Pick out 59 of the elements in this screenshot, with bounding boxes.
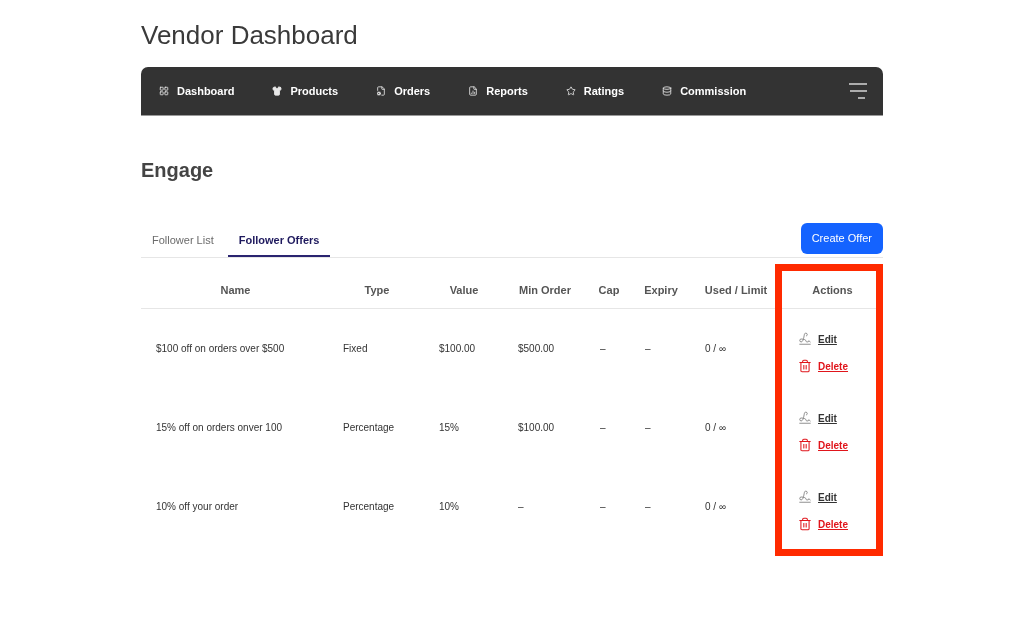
table-cell-text: $100.00 (439, 342, 476, 356)
table-cell-text: – (600, 421, 606, 435)
column-header: Value (449, 282, 479, 298)
trash-icon (798, 517, 812, 531)
table-cell-text: 0 / ∞ (705, 500, 727, 514)
trash-icon (798, 359, 812, 373)
column-header: Expiry (644, 282, 678, 298)
nav-item[interactable]: Ratings (565, 82, 625, 100)
column-header: Min Order (519, 282, 571, 298)
shirt-icon (272, 86, 283, 96)
column-header: Used / Limit (704, 282, 768, 298)
table-cell-text: – (518, 500, 524, 514)
table-cell-text: 10% (439, 500, 459, 514)
column-header: Type (364, 282, 390, 298)
menu-icon[interactable] (849, 83, 867, 99)
table-cell-text: $100 off on orders over $500 (156, 342, 285, 356)
table-cell-text: $500.00 (518, 342, 555, 356)
trash-icon (798, 438, 812, 452)
table-cell-text: 15% (439, 421, 459, 435)
tab[interactable]: Follower List (141, 223, 225, 257)
nav-item[interactable]: Products (272, 82, 339, 100)
page-title: Vendor Dashboard (141, 19, 358, 52)
delete-link[interactable]: Delete (798, 437, 848, 453)
table-cell-text: – (645, 500, 651, 514)
nav-item[interactable]: Dashboard (159, 82, 235, 100)
edit-link[interactable]: Edit (798, 410, 837, 426)
nav-item[interactable]: Orders (376, 82, 431, 100)
pen-icon (798, 411, 812, 425)
delete-link[interactable]: Delete (798, 516, 848, 532)
table-cell-text: 0 / ∞ (705, 342, 727, 356)
table-cell-text: Fixed (343, 342, 368, 356)
nav-item[interactable]: Reports (468, 82, 528, 100)
edit-link[interactable]: Edit (798, 331, 837, 347)
column-header: Name (220, 282, 251, 298)
nav-item[interactable]: Commission (662, 82, 747, 100)
column-header: Cap (598, 282, 620, 298)
table-cell-text: – (645, 421, 651, 435)
create-offer-button[interactable]: Create Offer (800, 223, 883, 254)
table-cell-text: 10% off your order (156, 500, 239, 514)
database-icon (662, 86, 673, 96)
column-header: Actions (812, 282, 853, 298)
table-cell-text: Percentage (343, 421, 395, 435)
pen-icon (798, 332, 812, 346)
table-cell-text: 0 / ∞ (705, 421, 727, 435)
edit-link[interactable]: Edit (798, 489, 837, 505)
table-cell-text: $100.00 (518, 421, 555, 435)
grid-icon (159, 86, 169, 96)
table-cell-text: – (600, 500, 606, 514)
table-cell-text: – (600, 342, 606, 356)
file-gear-icon (376, 86, 387, 96)
section-title: Engage (141, 158, 214, 183)
table-cell-text: 15% off on orders onver 100 (156, 421, 282, 435)
pen-icon (798, 490, 812, 504)
star-icon (565, 86, 576, 96)
file-chart-icon (468, 86, 479, 96)
delete-link[interactable]: Delete (798, 358, 848, 374)
table-cell-text: Percentage (343, 500, 395, 514)
table-cell-text: – (645, 342, 651, 356)
tab[interactable]: Follower Offers (227, 223, 331, 257)
